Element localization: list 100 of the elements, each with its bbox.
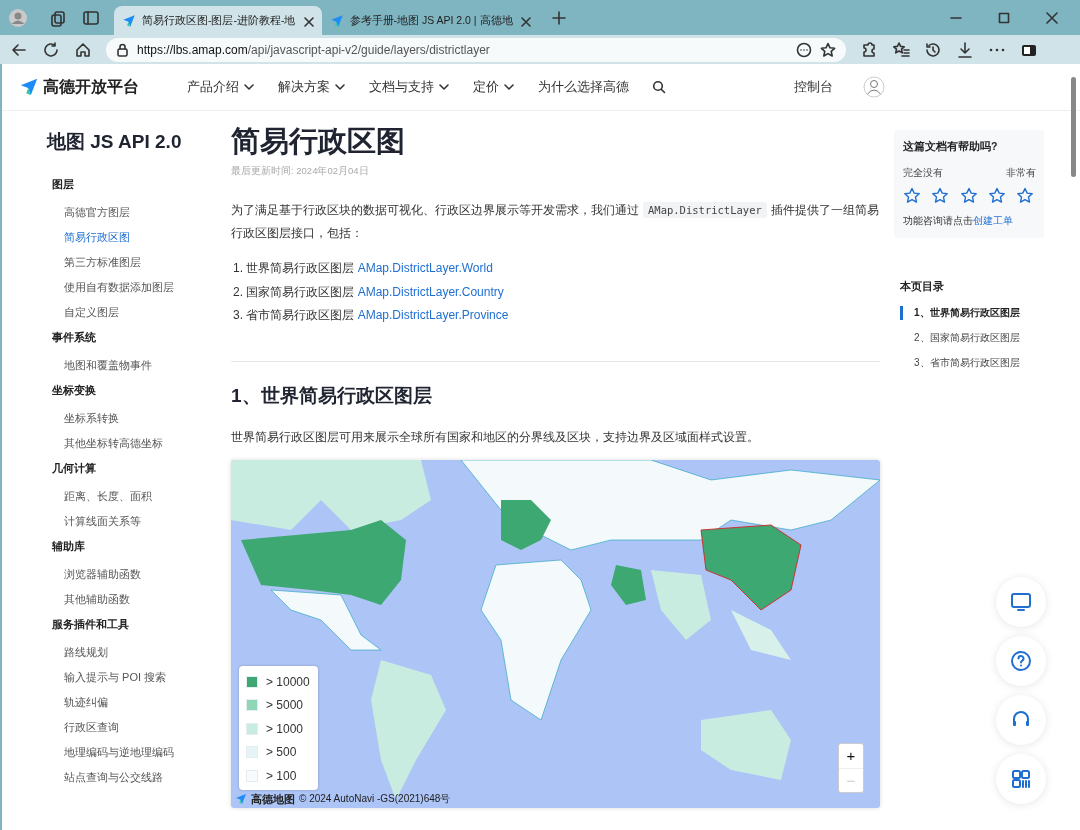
sidebar-group-title: 事件系统 (52, 330, 97, 345)
caret-icon (334, 81, 346, 93)
rating-low-label: 完全没有 (903, 166, 943, 180)
caret-icon (243, 81, 255, 93)
refresh-icon[interactable] (42, 40, 60, 59)
toc-item[interactable]: 2、国家简易行政区图层 (894, 331, 1044, 356)
sidebar-title: 地图 JS API 2.0 (47, 130, 183, 154)
feedback-title: 这篇文档有帮助吗? (903, 140, 999, 154)
sidebar-item[interactable]: 输入提示与 POI 搜索 (64, 669, 231, 694)
sidebar-item[interactable]: 站点查询与公交线路 (64, 769, 231, 794)
sidebar-item[interactable]: 路线规划 (64, 644, 231, 669)
last-updated-text: 最后更新时间: 2024年02月04日 (231, 165, 370, 178)
api-link[interactable]: AMap.DistrictLayer.Province (357, 308, 509, 322)
qr-code-icon (1010, 768, 1032, 790)
sidebar-group-title: 辅助库 (52, 539, 86, 554)
sidebar-item[interactable]: 第三方标准图层 (64, 254, 231, 279)
new-tab-icon[interactable] (550, 9, 567, 26)
console-link[interactable]: 控制台 (794, 78, 833, 96)
star-icon[interactable] (903, 187, 921, 204)
floating-tool-button[interactable] (996, 577, 1046, 627)
star-icon[interactable] (987, 187, 1006, 204)
url-text: https://lbs.amap.com/api/javascript-api-v2/guide/layers/districtlayer (137, 42, 490, 57)
floating-tool-button[interactable] (996, 754, 1046, 804)
history-icon[interactable] (924, 40, 942, 59)
caret-icon (503, 81, 515, 93)
extensions-icon[interactable] (860, 40, 878, 59)
floating-tool-button[interactable] (996, 636, 1046, 686)
sidebar-group-title: 图层 (52, 177, 75, 192)
user-avatar[interactable] (863, 76, 885, 98)
sidebar-item[interactable]: 其他辅助函数 (64, 591, 231, 616)
page-title: 简易行政区图 (231, 124, 406, 159)
create-ticket-link[interactable]: 创建工单 (973, 215, 1013, 226)
toc-item[interactable]: 1、世界简易行政区图层 (894, 306, 1044, 331)
help-icon (1010, 650, 1032, 672)
sidebar-item[interactable]: 浏览器辅助函数 (64, 566, 231, 591)
logo-icon (235, 793, 247, 805)
toc-title: 本页目录 (900, 279, 945, 294)
nav-menu-item[interactable]: 定价 (473, 78, 515, 96)
sidebar-item[interactable]: 地理编码与逆地理编码 (64, 744, 231, 769)
sidebar-item[interactable]: 距离、长度、面积 (64, 488, 231, 513)
legend-label: > 100 (266, 768, 297, 783)
sidebar-item[interactable]: 使用自有数据添加图层 (64, 279, 231, 304)
feedback-footer-text: 功能咨询请点击创建工单 (903, 214, 1014, 228)
sidebar-item[interactable]: 行政区查询 (64, 719, 231, 744)
nav-menu-item[interactable]: 解决方案 (278, 78, 346, 96)
sidebar-item[interactable]: 轨迹纠偏 (64, 694, 231, 719)
star-icon[interactable] (1016, 187, 1034, 204)
browser-tab[interactable]: 参考手册-地图 JS API 2.0 | 高德地 (321, 6, 539, 35)
legend-label: > 500 (266, 745, 297, 760)
nav-menu-item[interactable]: 产品介绍 (187, 78, 255, 96)
sidebar-group-title: 服务插件和工具 (52, 617, 130, 632)
list-item: 1. 世界简易行政区图层 AMap.DistrictLayer.World (233, 260, 494, 277)
star-icon[interactable] (959, 187, 978, 204)
logo-icon (329, 13, 344, 28)
api-link[interactable]: AMap.DistrictLayer.Country (357, 284, 504, 299)
sidebar-group-title: 坐标变换 (52, 383, 97, 398)
sidebar-item[interactable]: 高德官方图层 (64, 204, 231, 229)
sidebar-item[interactable]: 计算线面关系等 (64, 513, 231, 538)
lock-icon (116, 42, 129, 57)
tab-actions-icon[interactable] (82, 8, 100, 27)
close-icon[interactable] (518, 14, 531, 27)
download-icon[interactable] (956, 40, 974, 59)
legend-label: > 10000 (266, 674, 310, 689)
map-attribution: © 2024 AutoNavi -GS(2021)648号 (299, 792, 451, 806)
nav-menu-item[interactable]: 为什么选择高德 (538, 78, 629, 96)
favorites-icon[interactable] (892, 40, 910, 59)
zoom-in-button[interactable]: + (839, 743, 863, 768)
api-link[interactable]: AMap.DistrictLayer.World (357, 261, 493, 275)
caret-icon (438, 81, 450, 93)
section-paragraph: 世界简易行政区图层可用来展示全球所有国家和地区的分界线及区块，支持边界及区域面样式设置。 (231, 428, 760, 446)
search-icon[interactable] (652, 80, 666, 94)
logo-icon (19, 77, 39, 97)
close-icon[interactable] (1046, 11, 1058, 24)
star-icon[interactable] (931, 187, 950, 204)
map-logo-text: 高德地图 (251, 791, 295, 807)
maximize-icon[interactable] (998, 11, 1010, 24)
section-heading: 1、世界简易行政区图层 (231, 383, 433, 408)
home-icon[interactable] (74, 40, 92, 59)
sidebar-item[interactable]: 地图和覆盖物事件 (64, 357, 231, 382)
reader-icon[interactable] (796, 41, 812, 58)
workspaces-icon[interactable] (50, 8, 68, 27)
logo-icon (122, 13, 136, 28)
toc-item[interactable]: 3、省市简易行政区图层 (894, 356, 1044, 381)
star-icon[interactable] (820, 41, 836, 58)
screen-icon (1010, 591, 1032, 613)
list-item: 2. 国家简易行政区图层 AMap.DistrictLayer.Country (233, 283, 505, 301)
close-icon[interactable] (301, 14, 314, 27)
sidebar-item[interactable]: 坐标系转换 (64, 410, 231, 435)
list-item: 3. 省市简易行政区图层 AMap.DistrictLayer.Province (233, 307, 510, 324)
intro-paragraph: 为了满足基于行政区块的数据可视化、行政区边界展示等开发需求，我们通过 AMap.DistrictLayer 插件提供了一组简易行政区图层接口，包括： (231, 201, 880, 242)
legend-label: > 1000 (266, 721, 304, 736)
browser-tab[interactable]: 简易行政区图-图层-进阶教程-地 (114, 6, 322, 35)
sidebar-item[interactable]: 简易行政区图 (64, 229, 231, 254)
sidebar-item[interactable]: 自定义图层 (64, 304, 231, 329)
nav-menu-item[interactable]: 文档与支持 (369, 78, 450, 96)
legend-label: > 5000 (266, 698, 304, 713)
floating-tool-button[interactable] (996, 695, 1046, 745)
site-logo-text[interactable]: 高德开放平台 (43, 76, 139, 98)
address-bar[interactable]: https://lbs.amap.com/api/javascript-api-v2/guide/layers/districtlayer (106, 37, 846, 62)
sidebar-item[interactable]: 其他坐标转高德坐标 (64, 435, 231, 460)
